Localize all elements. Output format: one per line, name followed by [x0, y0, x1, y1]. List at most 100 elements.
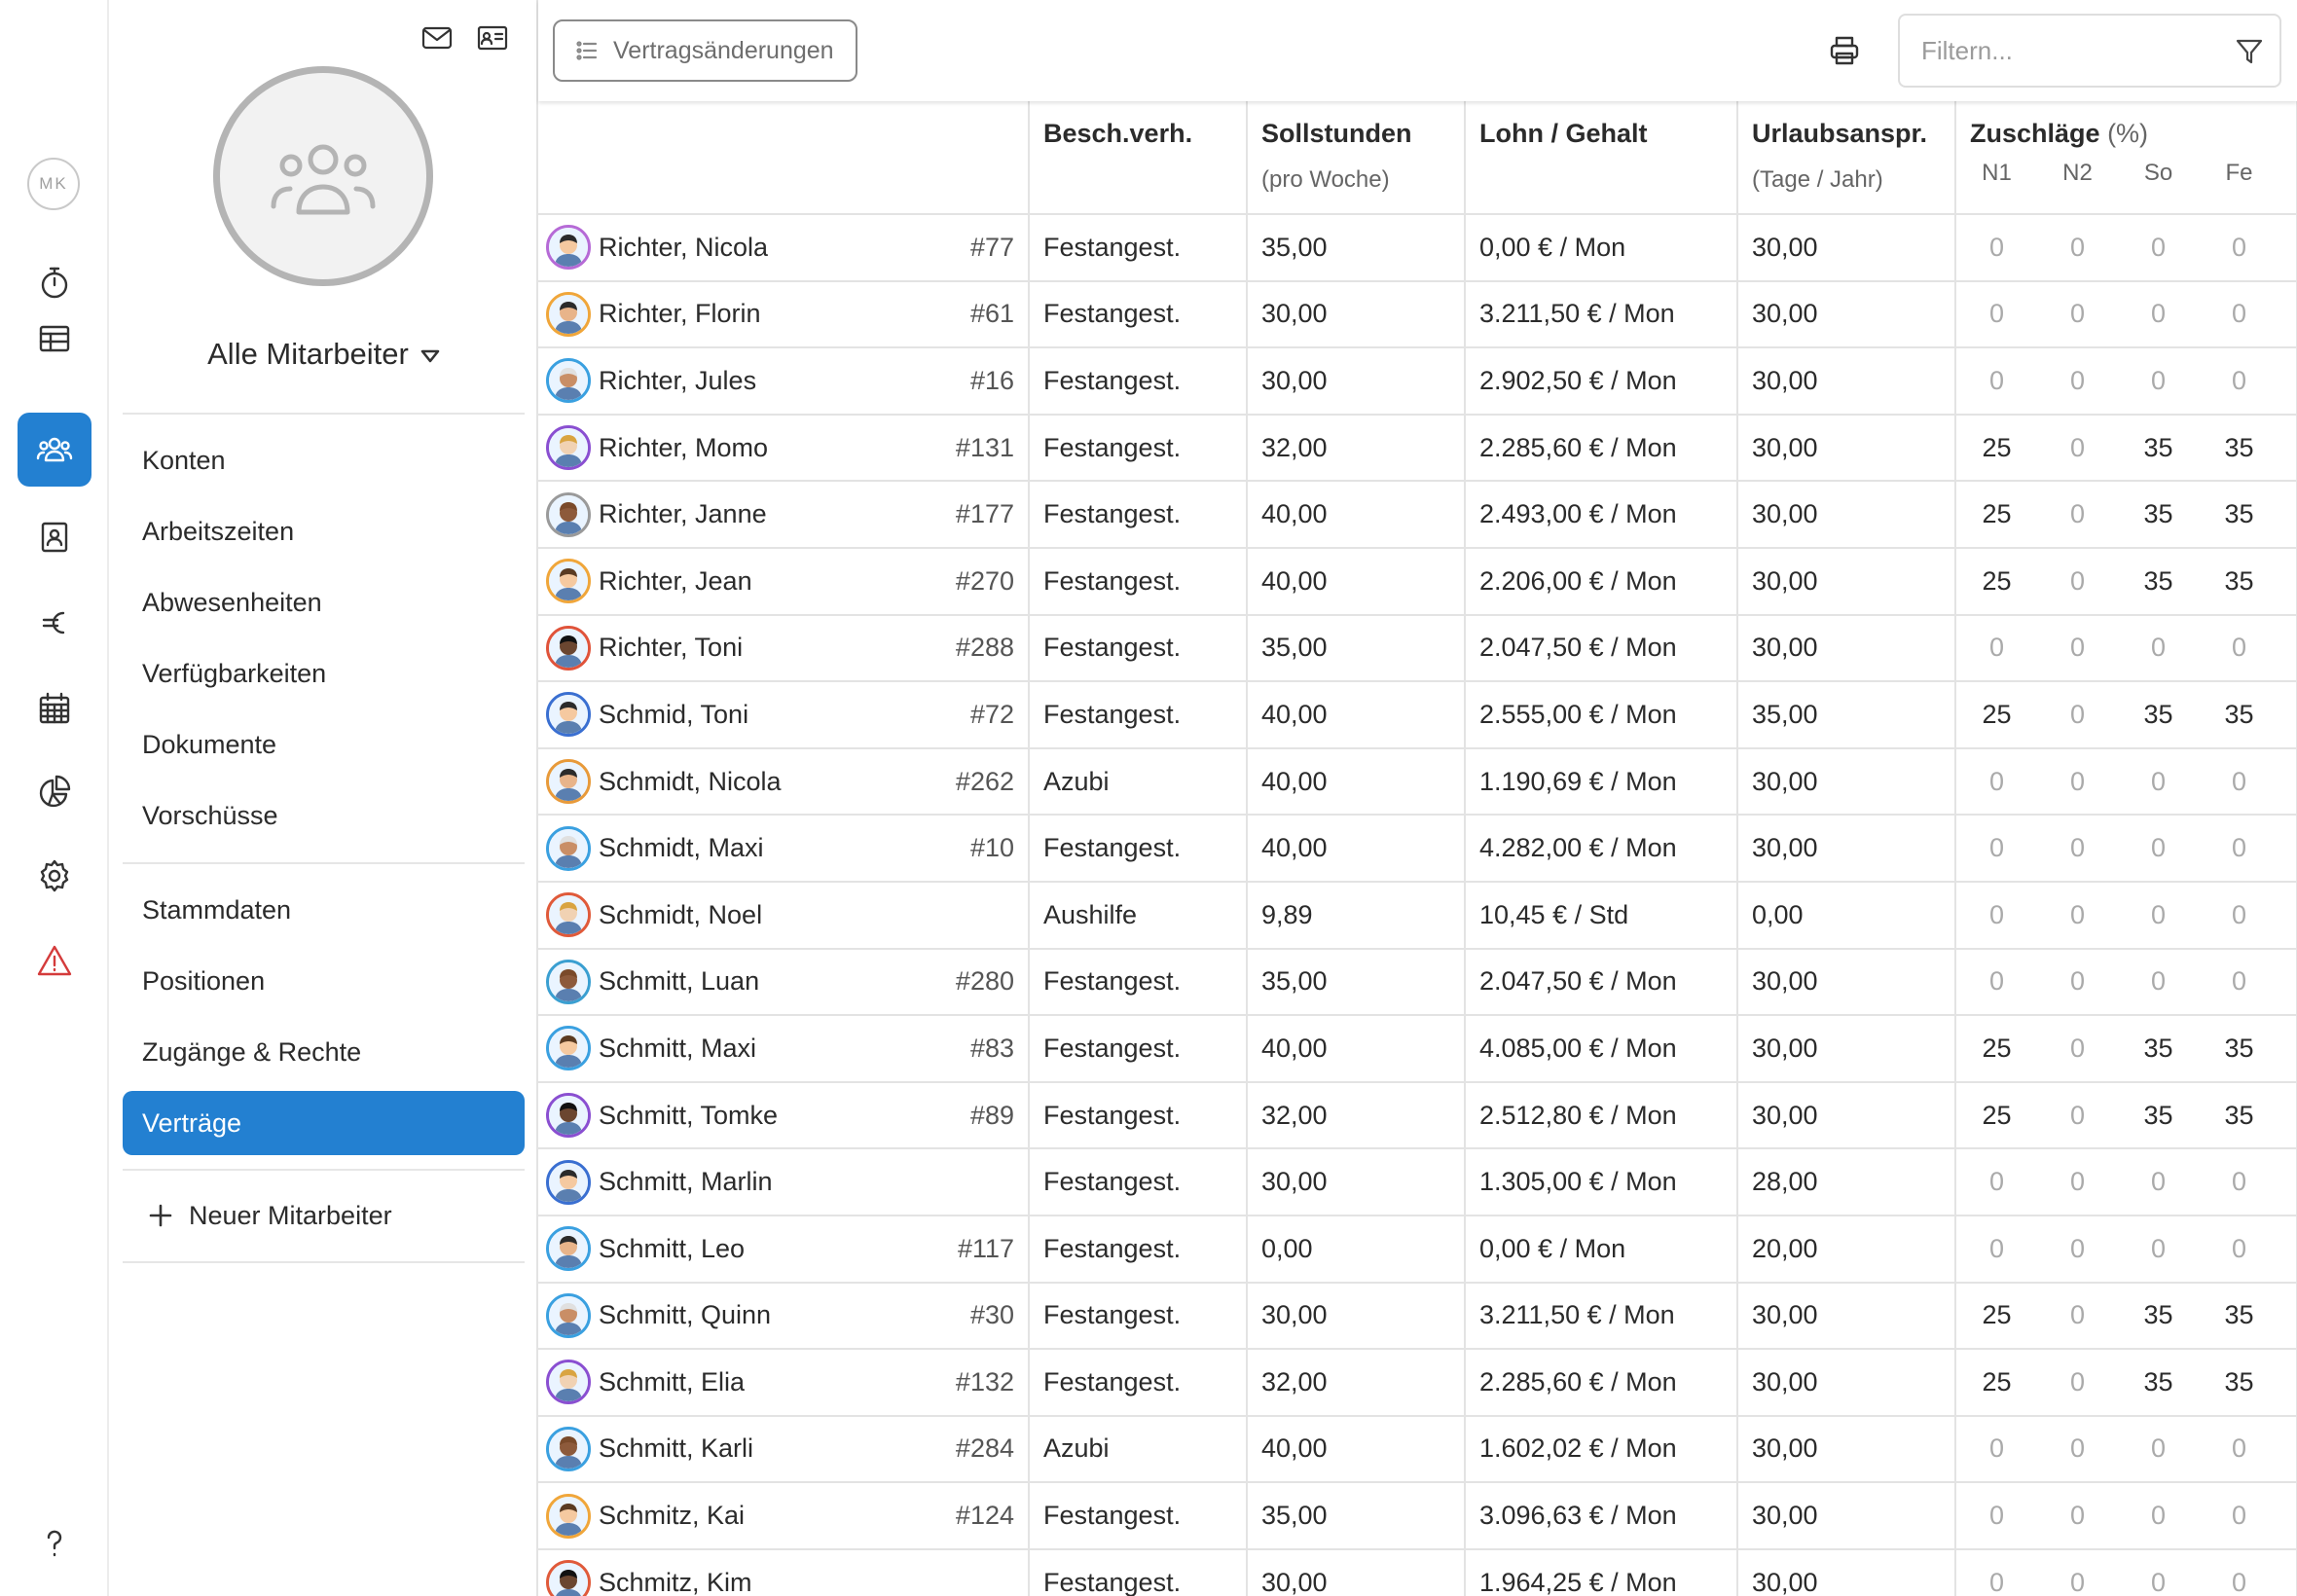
new-employee-button[interactable]: Neuer Mitarbeiter	[148, 1193, 392, 1238]
surcharge-value: 0	[2069, 1033, 2086, 1063]
help-icon	[47, 1530, 62, 1557]
surcharge-value: 0	[1988, 232, 2005, 262]
surcharge-value: 0	[2069, 1300, 2086, 1330]
surcharge-value: 35	[2143, 432, 2173, 462]
table-row[interactable]: Schmitt, Marlin Festangest. 30,00 1.305,…	[538, 1148, 2297, 1216]
table-row[interactable]: Schmid, Toni #72 Festangest. 40,00 2.555…	[538, 681, 2297, 749]
salary-cell: 2.047,50 € / Mon	[1465, 948, 1738, 1017]
surcharge-value: 35	[2143, 1100, 2173, 1130]
table-row[interactable]: Richter, Janne #177 Festangest. 40,00 2.…	[538, 481, 2297, 549]
header-employment-type[interactable]: Besch.verh.	[1029, 101, 1248, 215]
employee-cell[interactable]: Richter, Florin #61	[538, 280, 1030, 349]
nav-item-abwesenheiten[interactable]: Abwesenheiten	[123, 570, 525, 635]
vacation-cell: 30,00	[1737, 1015, 1956, 1083]
group-avatar	[213, 66, 433, 286]
surcharges-cell: 0 0 0 0	[1955, 1415, 2297, 1484]
rail-payroll[interactable]	[18, 586, 91, 660]
table-row[interactable]: Schmitz, Kai #124 Festangest. 35,00 3.09…	[538, 1482, 2297, 1550]
table-row[interactable]: Schmitt, Leo #117 Festangest. 0,00 0,00 …	[538, 1215, 2297, 1284]
employee-cell[interactable]: Richter, Toni #288	[538, 614, 1030, 683]
table-row[interactable]: Schmitt, Quinn #30 Festangest. 30,00 3.2…	[538, 1282, 2297, 1351]
table-row[interactable]: Schmitt, Luan #280 Festangest. 35,00 2.0…	[538, 948, 2297, 1017]
table-row[interactable]: Richter, Florin #61 Festangest. 30,00 3.…	[538, 280, 2297, 349]
table-row[interactable]: Schmitt, Elia #132 Festangest. 32,00 2.2…	[538, 1349, 2297, 1417]
employee-cell[interactable]: Schmidt, Noel	[538, 881, 1030, 950]
mail-button[interactable]	[418, 21, 456, 54]
employee-cell[interactable]: Schmidt, Nicola #262	[538, 747, 1030, 816]
employee-cell[interactable]: Richter, Jean #270	[538, 547, 1030, 616]
table-row[interactable]: Schmitt, Karli #284 Azubi 40,00 1.602,02…	[538, 1415, 2297, 1484]
nav-item-positionen[interactable]: Positionen	[123, 949, 525, 1013]
table-row[interactable]: Schmitt, Tomke #89 Festangest. 32,00 2.5…	[538, 1081, 2297, 1150]
header-salary[interactable]: Lohn / Gehalt	[1465, 101, 1738, 215]
employee-cell[interactable]: Schmitz, Kim	[538, 1548, 1030, 1596]
rail-contacts[interactable]	[18, 500, 91, 574]
target-hours-cell: 40,00	[1247, 481, 1466, 549]
filter-input[interactable]	[1900, 16, 2221, 86]
employee-cell[interactable]: Richter, Nicola #77	[538, 214, 1030, 282]
nav-item-dokumente[interactable]: Dokumente	[123, 712, 525, 777]
contract-changes-button[interactable]: Vertragsänderungen	[553, 19, 857, 82]
employee-cell[interactable]: Schmid, Toni #72	[538, 681, 1030, 749]
print-button[interactable]	[1823, 29, 1866, 72]
table-row[interactable]: Richter, Nicola #77 Festangest. 35,00 0,…	[538, 214, 2297, 282]
nav-item-konten[interactable]: Konten	[123, 428, 525, 492]
employee-name: Schmidt, Maxi	[599, 833, 764, 863]
employee-cell[interactable]: Schmitt, Luan #280	[538, 948, 1030, 1017]
vacation-cell: 30,00	[1737, 481, 1956, 549]
contact-card-button[interactable]	[473, 21, 512, 54]
user-avatar[interactable]: MK	[27, 158, 80, 210]
surcharge-value: 0	[2069, 1433, 2086, 1464]
employee-cell[interactable]: Richter, Momo #131	[538, 414, 1030, 483]
table-row[interactable]: Schmidt, Noel Aushilfe 9,89 10,45 € / St…	[538, 881, 2297, 950]
vacation-cell: 30,00	[1737, 1415, 1956, 1484]
employee-number: #83	[969, 1033, 1014, 1063]
rail-reports[interactable]	[18, 755, 91, 829]
employment-type-cell: Azubi	[1029, 747, 1248, 816]
employee-cell[interactable]: Richter, Janne #177	[538, 481, 1030, 549]
employee-cell[interactable]: Schmidt, Maxi #10	[538, 815, 1030, 883]
filter-button[interactable]	[2233, 35, 2266, 68]
table-row[interactable]: Schmidt, Maxi #10 Festangest. 40,00 4.28…	[538, 815, 2297, 883]
table-row[interactable]: Richter, Momo #131 Festangest. 32,00 2.2…	[538, 414, 2297, 483]
rail-schedule[interactable]	[18, 302, 91, 376]
nav-item-arbeitszeiten[interactable]: Arbeitszeiten	[123, 499, 525, 563]
nav-item-vorschuesse[interactable]: Vorschüsse	[123, 783, 525, 848]
employee-name: Richter, Janne	[599, 499, 767, 529]
group-selector[interactable]: Alle Mitarbeiter	[109, 333, 538, 376]
salary-cell: 2.512,80 € / Mon	[1465, 1081, 1738, 1150]
rail-warnings[interactable]	[18, 925, 91, 998]
header-vacation[interactable]: Urlaubsanspr. (Tage / Jahr)	[1737, 101, 1956, 215]
surcharges-cell: 25 0 35 35	[1955, 481, 2297, 549]
employee-number: #30	[969, 1300, 1014, 1330]
employee-cell[interactable]: Schmitt, Leo #117	[538, 1215, 1030, 1284]
surcharges-cell: 0 0 0 0	[1955, 1148, 2297, 1216]
employee-cell[interactable]: Schmitz, Kai #124	[538, 1482, 1030, 1550]
employee-cell[interactable]: Schmitt, Maxi #83	[538, 1015, 1030, 1083]
table-row[interactable]: Schmidt, Nicola #262 Azubi 40,00 1.190,6…	[538, 747, 2297, 816]
nav-item-stammdaten[interactable]: Stammdaten	[123, 878, 525, 942]
nav-item-vertraege[interactable]: Verträge	[123, 1091, 525, 1155]
employee-cell[interactable]: Schmitt, Marlin	[538, 1148, 1030, 1216]
header-label: Besch.verh.	[1043, 119, 1193, 148]
nav-item-zugaenge-rechte[interactable]: Zugänge & Rechte	[123, 1020, 525, 1084]
table-row[interactable]: Richter, Toni #288 Festangest. 35,00 2.0…	[538, 614, 2297, 683]
table-row[interactable]: Schmitz, Kim Festangest. 30,00 1.964,25 …	[538, 1548, 2297, 1596]
employee-cell[interactable]: Schmitt, Tomke #89	[538, 1081, 1030, 1150]
table-row[interactable]: Schmitt, Maxi #83 Festangest. 40,00 4.08…	[538, 1015, 2297, 1083]
employee-cell[interactable]: Schmitt, Karli #284	[538, 1415, 1030, 1484]
surcharge-value: 0	[2069, 766, 2086, 796]
header-target-hours[interactable]: Sollstunden (pro Woche)	[1247, 101, 1466, 215]
employee-avatar	[546, 825, 591, 871]
employee-cell[interactable]: Schmitt, Quinn #30	[538, 1282, 1030, 1351]
employee-cell[interactable]: Schmitt, Elia #132	[538, 1349, 1030, 1417]
rail-settings[interactable]	[18, 839, 91, 913]
table-row[interactable]: Richter, Jules #16 Festangest. 30,00 2.9…	[538, 347, 2297, 416]
rail-help[interactable]	[18, 1506, 91, 1580]
employee-cell[interactable]: Richter, Jules #16	[538, 347, 1030, 416]
rail-calendar[interactable]	[18, 671, 91, 745]
nav-item-verfuegbarkeiten[interactable]: Verfügbarkeiten	[123, 641, 525, 706]
rail-employees[interactable]	[18, 413, 91, 487]
toolbar: Vertragsänderungen	[538, 0, 2297, 101]
table-row[interactable]: Richter, Jean #270 Festangest. 40,00 2.2…	[538, 547, 2297, 616]
